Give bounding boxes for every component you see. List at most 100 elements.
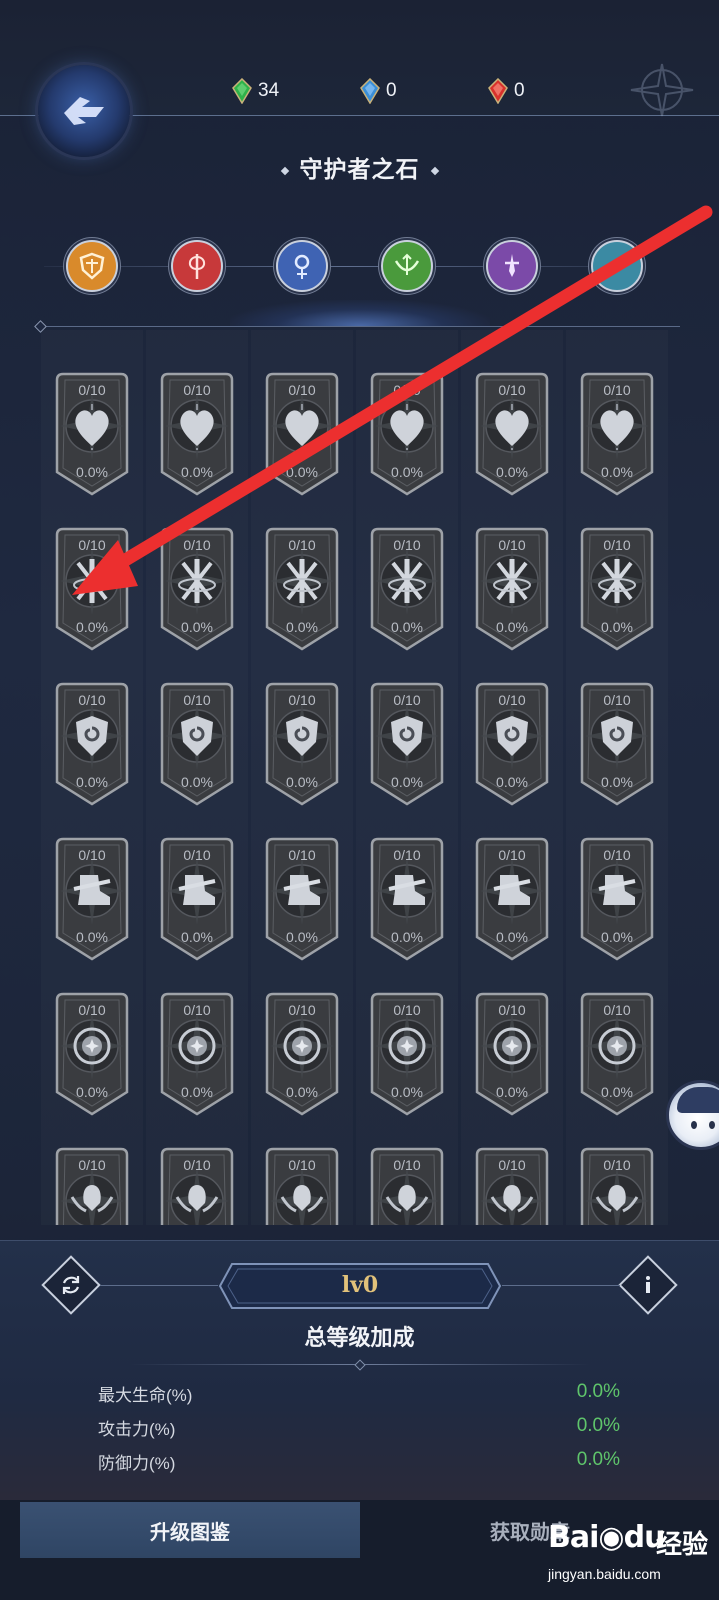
emblem-card[interactable]: 0/10 0.0% xyxy=(368,678,446,808)
baidu-jingyan-watermark: Bai◉du 经验 jingyan.baidu.com xyxy=(548,1510,718,1594)
card-level: 0/10 xyxy=(603,1002,631,1018)
avatar-eye-icon xyxy=(691,1121,697,1129)
emblem-card[interactable]: 0/10 0.0% xyxy=(158,523,236,653)
card-level: 0/10 xyxy=(288,1157,316,1173)
boot-emblem-icon xyxy=(493,875,531,905)
card-percent: 0.0% xyxy=(391,929,423,945)
card-level: 0/10 xyxy=(498,1002,526,1018)
winged-crest-emblem-icon xyxy=(595,1185,639,1213)
emblem-card[interactable]: 0/10 0.0% xyxy=(53,523,131,653)
emblem-card[interactable]: 0/10 0.0% xyxy=(53,678,131,808)
emblem-card[interactable]: 0/10 0.0% xyxy=(578,523,656,653)
emblem-card[interactable]: 0/10 0.0% xyxy=(578,368,656,498)
stat-value: 0.0% xyxy=(576,1449,620,1470)
emblem-card[interactable]: 0/10 0.0% xyxy=(368,988,446,1118)
emblem-card[interactable]: 0/10 0.0% xyxy=(368,368,446,498)
boot-emblem-icon xyxy=(178,875,216,905)
wind-class-icon[interactable] xyxy=(591,240,643,292)
card-percent: 0.0% xyxy=(181,774,213,790)
card-percent: 0.0% xyxy=(601,929,633,945)
crossed-swords-emblem-icon xyxy=(388,559,426,603)
emblem-card[interactable]: 0/10 0.0% xyxy=(263,368,341,498)
emblem-card[interactable]: 0/10 0.0% xyxy=(263,523,341,653)
emblem-card[interactable]: 0/10 0.0% xyxy=(368,523,446,653)
card-level: 0/10 xyxy=(183,692,211,708)
stat-row-max-hp: 最大生命(%) 0.0% xyxy=(98,1381,620,1407)
card-percent: 0.0% xyxy=(76,929,108,945)
emblem-card[interactable]: 0/10 xyxy=(368,1143,446,1225)
emblem-card[interactable]: 0/10 0.0% xyxy=(53,368,131,498)
tab-upgrade-codex[interactable]: 升级图鉴 xyxy=(20,1502,360,1558)
target-emblem-icon xyxy=(283,1027,321,1065)
card-level: 0/10 xyxy=(78,382,106,398)
blue-gem-icon xyxy=(360,78,380,104)
card-percent: 0.0% xyxy=(391,619,423,635)
guild-emblem-icon[interactable] xyxy=(38,65,130,157)
card-percent: 0.0% xyxy=(181,464,213,480)
staff-class-icon[interactable] xyxy=(276,240,328,292)
card-percent: 0.0% xyxy=(601,619,633,635)
emblem-card[interactable]: 0/10 0.0% xyxy=(158,368,236,498)
blue-gem-count: 0 xyxy=(386,80,397,101)
card-percent: 0.0% xyxy=(76,774,108,790)
card-level: 0/10 xyxy=(183,382,211,398)
watermark-brand: 经验 xyxy=(656,1529,709,1559)
emblem-card[interactable]: 0/10 0.0% xyxy=(158,678,236,808)
emblem-card[interactable]: 0/10 0.0% xyxy=(473,988,551,1118)
emblem-card[interactable]: 0/10 xyxy=(473,1143,551,1225)
card-percent: 0.0% xyxy=(601,774,633,790)
emblem-card[interactable]: 0/10 0.0% xyxy=(263,678,341,808)
card-percent: 0.0% xyxy=(76,464,108,480)
info-icon xyxy=(629,1266,667,1304)
plate-line-left xyxy=(100,1285,218,1286)
emblem-grid: 0/10 0.0% 0/10 0.0% 0/10 0.0% 0/10 0.0% 0/10 0.0%… xyxy=(40,330,680,1225)
watermark-logo-text: Bai xyxy=(548,1520,599,1555)
card-percent: 0.0% xyxy=(286,619,318,635)
card-level: 0/10 xyxy=(603,382,631,398)
card-percent: 0.0% xyxy=(496,619,528,635)
card-level: 0/10 xyxy=(78,537,106,553)
crossed-swords-emblem-icon xyxy=(598,559,636,603)
emblem-card[interactable]: 0/10 0.0% xyxy=(158,988,236,1118)
title-ornament-icon xyxy=(280,166,289,176)
emblem-card[interactable]: 0/10 0.0% xyxy=(473,368,551,498)
emblem-card[interactable]: 0/10 0.0% xyxy=(158,833,236,963)
emblem-card[interactable]: 0/10 0.0% xyxy=(473,678,551,808)
card-level: 0/10 xyxy=(288,537,316,553)
emblem-card[interactable]: 0/10 0.0% xyxy=(53,988,131,1118)
red-gem-count: 0 xyxy=(514,80,525,101)
emblem-card[interactable]: 0/10 0.0% xyxy=(263,833,341,963)
dagger-class-icon[interactable] xyxy=(486,240,538,292)
emblem-card[interactable]: 0/10 0.0% xyxy=(473,833,551,963)
card-level: 0/10 xyxy=(78,692,106,708)
emblem-card[interactable]: 0/10 0.0% xyxy=(473,523,551,653)
stat-label: 防御力(%) xyxy=(98,1454,176,1473)
header-divider xyxy=(40,326,680,327)
red-gem-icon xyxy=(488,78,508,104)
shield-class-icon[interactable] xyxy=(66,240,118,292)
emblem-card[interactable]: 0/10 0.0% xyxy=(53,833,131,963)
stat-value: 0.0% xyxy=(576,1415,620,1436)
avatar-cap-icon xyxy=(677,1087,719,1113)
spiral-shield-emblem-icon xyxy=(76,716,108,756)
axe-class-icon[interactable] xyxy=(171,240,223,292)
emblem-card[interactable]: 0/10 xyxy=(263,1143,341,1225)
card-level: 0/10 xyxy=(498,1157,526,1173)
boot-emblem-icon xyxy=(388,875,426,905)
card-percent: 0.0% xyxy=(496,464,528,480)
emblem-card[interactable]: 0/10 xyxy=(53,1143,131,1225)
card-level: 0/10 xyxy=(393,692,421,708)
emblem-card[interactable]: 0/10 0.0% xyxy=(578,833,656,963)
emblem-card[interactable]: 0/10 0.0% xyxy=(578,988,656,1118)
emblem-card[interactable]: 0/10 xyxy=(158,1143,236,1225)
level-plate: lv0 xyxy=(218,1262,502,1310)
class-selector xyxy=(44,238,674,294)
emblem-card[interactable]: 0/10 xyxy=(578,1143,656,1225)
emblem-card[interactable]: 0/10 0.0% xyxy=(578,678,656,808)
spiral-shield-emblem-icon xyxy=(601,716,633,756)
emblem-card[interactable]: 0/10 0.0% xyxy=(368,833,446,963)
bow-class-icon[interactable] xyxy=(381,240,433,292)
emblem-card[interactable]: 0/10 0.0% xyxy=(263,988,341,1118)
target-emblem-icon xyxy=(598,1027,636,1065)
card-level: 0/10 xyxy=(288,847,316,863)
